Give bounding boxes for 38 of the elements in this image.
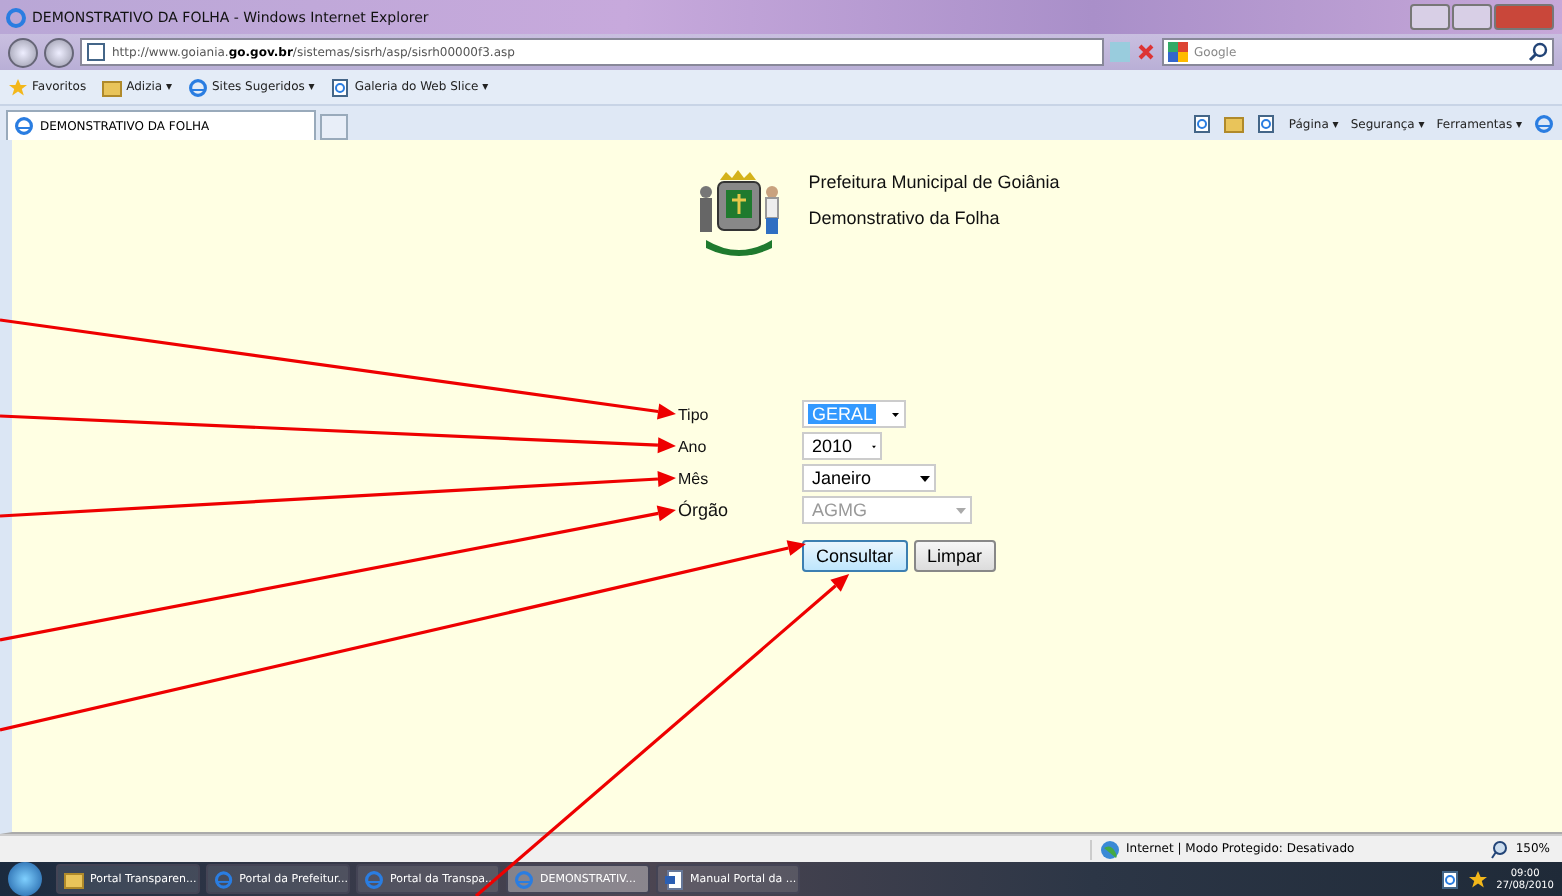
document-icon — [664, 869, 684, 889]
select-field[interactable]: 2010 — [801, 432, 882, 460]
select-field[interactable]: Janeiro — [801, 464, 936, 492]
back-button[interactable] — [8, 37, 38, 67]
forward-button[interactable] — [44, 37, 74, 67]
header-text: Prefeitura Municipal de Goiânia — [808, 172, 1060, 192]
folder-icon — [102, 77, 123, 97]
ie-logo-icon — [14, 116, 34, 136]
ie-logo-icon — [187, 77, 208, 97]
caret-icon — [919, 475, 930, 481]
ie-logo-icon — [6, 7, 26, 27]
folder-icon — [64, 869, 84, 889]
maximize-button[interactable] — [1452, 4, 1492, 30]
ie-logo-icon — [514, 869, 534, 889]
ie-logo-icon — [214, 869, 234, 889]
google-icon — [1168, 42, 1188, 62]
search-icon[interactable] — [1528, 42, 1548, 62]
minimize-button[interactable] — [1410, 4, 1450, 30]
caret-icon — [955, 507, 966, 513]
field-label: Mês — [677, 469, 711, 487]
select-field: AGMG — [801, 496, 972, 524]
field-label: Tipo — [677, 405, 711, 423]
page-icon — [330, 77, 351, 97]
field-label: Órgão — [677, 500, 730, 520]
header-text: Demonstrativo da Folha — [808, 208, 1002, 228]
star-icon — [8, 77, 28, 97]
form-button[interactable]: Limpar — [913, 540, 997, 572]
coat-of-arms-drawing — [694, 168, 785, 260]
start-button[interactable] — [8, 862, 42, 896]
magnifier-icon — [1489, 839, 1510, 859]
caret-icon — [892, 411, 900, 417]
form-button[interactable]: Consultar — [801, 540, 907, 572]
stop-icon[interactable] — [1136, 42, 1156, 62]
globe-icon — [1100, 839, 1120, 859]
ie-logo-icon — [364, 869, 384, 889]
field-label: Ano — [677, 437, 709, 455]
page-icon — [86, 42, 106, 62]
new-tab-button[interactable] — [320, 114, 348, 140]
